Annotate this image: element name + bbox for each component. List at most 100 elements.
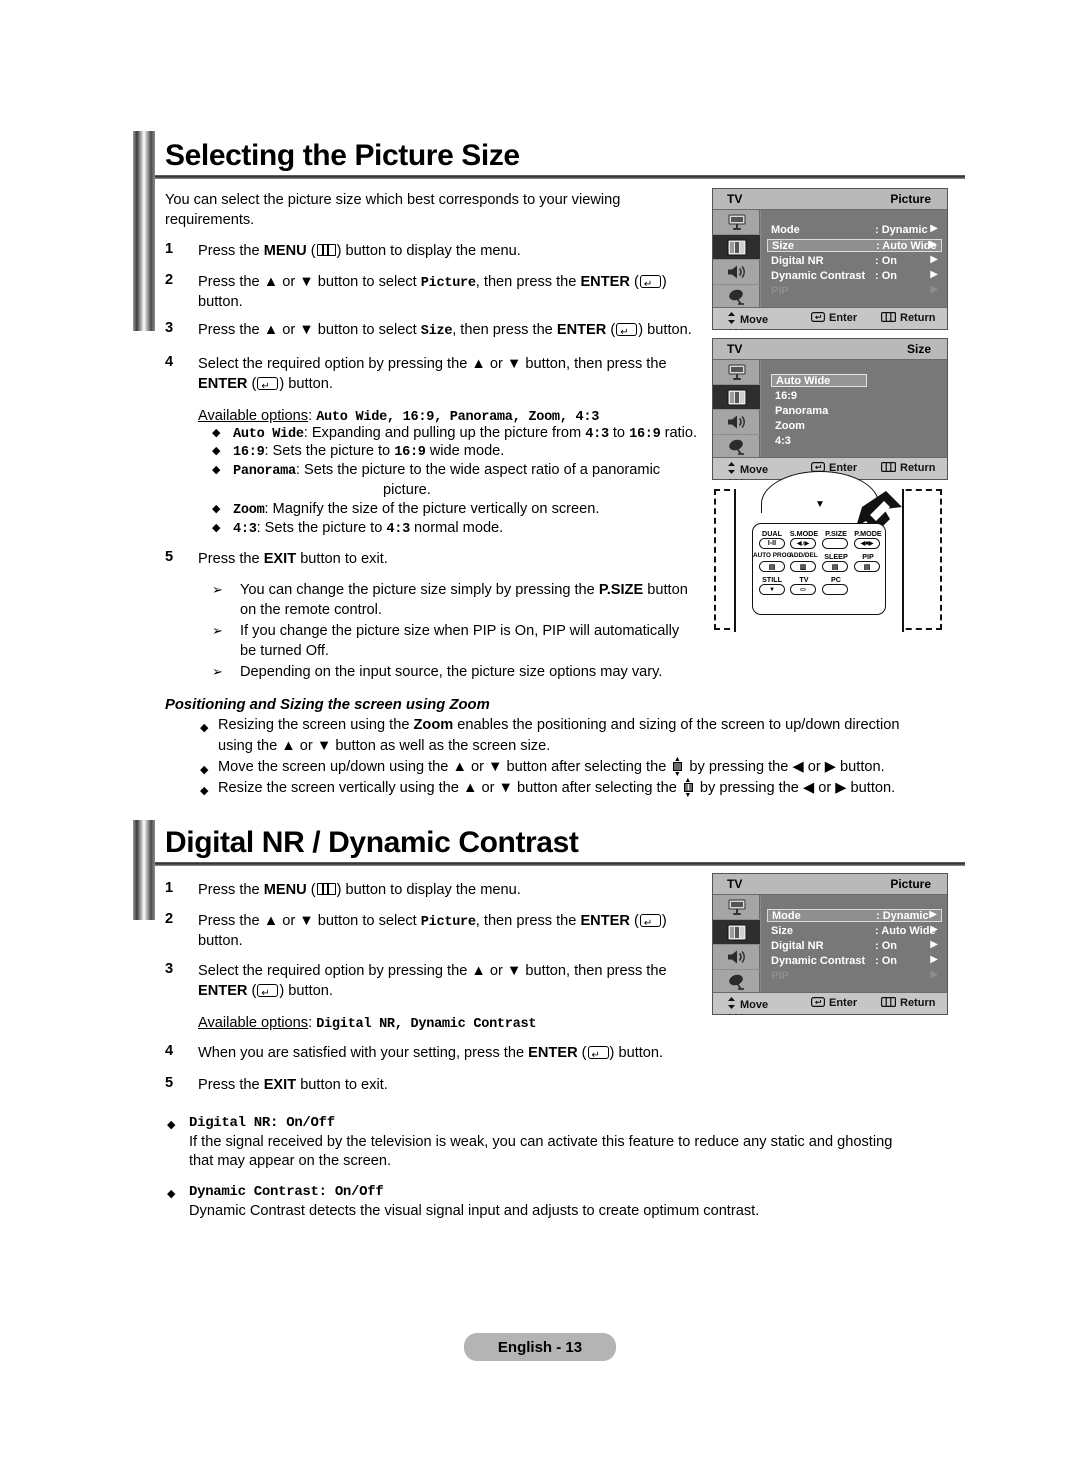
sidebar-icon-input[interactable] — [713, 360, 760, 385]
remote-button-psize[interactable] — [822, 538, 848, 549]
remote-button-pc[interactable] — [822, 584, 848, 595]
section1-intro-line1: You can select the picture size which be… — [165, 190, 705, 230]
osd3-move-hint: Move — [727, 997, 768, 1012]
osd1-row-mode[interactable]: Mode : Dynamic ▶ — [767, 223, 942, 237]
size-icon — [683, 777, 694, 799]
option-desc-b-1: wide mode. — [425, 443, 505, 459]
osd3-body: Mode : Dynamic ▶ Size : Auto Wide ▶ Digi… — [761, 895, 947, 992]
section1-step2-line2: button. — [198, 294, 243, 310]
osd2-menu-title: Size — [906, 342, 931, 356]
enter-button-label: ENTER — [580, 274, 630, 290]
remote-button-dual[interactable]: I-II — [759, 538, 785, 549]
step1-text-b: ) button to display the menu. — [336, 243, 521, 259]
remote-button-tv[interactable]: ▭ — [790, 584, 816, 595]
zoom-bullet-1-line2: using the ▲ or ▼ button as well as the s… — [218, 738, 551, 754]
osd3-row-dynamic-contrast[interactable]: Dynamic Contrast : On ▶ — [767, 954, 942, 968]
remote-label-pip: PIP — [862, 552, 874, 561]
remote-button-still[interactable]: ▼ — [759, 584, 785, 595]
osd2-option-auto-wide[interactable]: Auto Wide — [771, 374, 867, 387]
osd1-footer-bar: Move Enter Return — [713, 307, 947, 329]
remote-button-auto-prog[interactable]: ▤ — [759, 561, 785, 572]
intro-text: You can select the picture size which be… — [165, 192, 621, 228]
sidebar-icon-picture[interactable] — [713, 235, 760, 260]
section2-heading-rule — [155, 862, 965, 866]
remote-label-tv: TV — [799, 575, 809, 584]
note-2-line1: If you change the picture size when PIP … — [240, 623, 680, 639]
section2-step4-text: When you are satisfied with your setting… — [198, 1045, 664, 1061]
enter-icon: ↵ — [616, 323, 638, 337]
osd2-tv-label: TV — [727, 342, 743, 356]
menu-key-icon — [881, 312, 897, 325]
chevron-right-icon: ▶ — [930, 254, 938, 265]
enter-button-label-2: ENTER — [556, 322, 607, 338]
remote-label-add-del: ADD/DEL — [789, 552, 818, 559]
osd1-title-bar: TV Picture — [713, 189, 947, 210]
option-term-panorama: Panorama — [233, 464, 296, 479]
step2-text-a: Press the ▲ or ▼ button to select — [198, 274, 421, 290]
remote-button-smode[interactable]: ◀♪▶ — [790, 538, 816, 549]
osd2-option-43[interactable]: 4:3 — [771, 435, 791, 448]
remote-label-dual: DUAL — [762, 529, 782, 538]
section1-step3-number: 3 — [165, 320, 174, 336]
sidebar-icon-sound[interactable] — [713, 945, 760, 970]
menu-key-icon — [881, 997, 897, 1010]
remote-button-pip[interactable]: ▤ — [854, 561, 880, 572]
chevron-right-icon: ▶ — [929, 239, 937, 250]
section2-step3-number: 3 — [165, 961, 174, 977]
sidebar-icon-sound[interactable] — [713, 410, 760, 435]
osd3-row-digital-nr[interactable]: Digital NR : On ▶ — [767, 939, 942, 953]
picture-menu-name: Picture — [420, 276, 476, 291]
zoom-b1-text-a: Resizing the screen using the — [218, 717, 414, 733]
zoom-keyword: Zoom — [413, 717, 454, 733]
step5-text-a: Press the — [198, 551, 264, 567]
osd1-tv-label: TV — [727, 192, 743, 206]
note-1-line2: on the remote control. — [240, 602, 382, 618]
osd-picture-menu-1: TV Picture Mode : Dynamic ▶ Size: Auto … — [712, 188, 948, 330]
note-arrow-marker: ➢ — [212, 664, 223, 679]
section1-accent-bar — [133, 131, 155, 331]
osd2-sidebar — [713, 360, 760, 480]
zoom-b1-text-b: enables the positioning and sizing of th… — [453, 717, 900, 733]
osd1-row-digital-nr[interactable]: Digital NR : On ▶ — [767, 254, 942, 268]
option-desc-a-2: : Sets the picture to the wide aspect ra… — [295, 462, 661, 478]
remote-label-sleep: SLEEP — [824, 552, 848, 561]
osd3-row-mode[interactable]: Mode : Dynamic ▶ — [767, 909, 942, 922]
osd2-option-zoom[interactable]: Zoom — [771, 420, 805, 433]
osd3-return-hint: Return — [881, 997, 935, 1010]
osd1-row-size[interactable]: Size : Auto Wide ▶ — [767, 239, 942, 252]
section1-step5-number: 5 — [165, 549, 174, 565]
osd3-return-label: Return — [900, 997, 936, 1009]
sidebar-icon-picture[interactable] — [713, 385, 760, 410]
sidebar-icon-input[interactable] — [713, 895, 760, 920]
osd-size-menu: TV Size Auto Wide 16:9 Panorama Zoom 4:3… — [712, 338, 948, 480]
step4-text-b: ) button. — [279, 376, 333, 392]
osd1-row-dynamic-contrast[interactable]: Dynamic Contrast : On ▶ — [767, 269, 942, 283]
sidebar-icon-input[interactable] — [713, 210, 760, 235]
osd2-option-169[interactable]: 16:9 — [771, 390, 797, 403]
option-mono1-0: 4:3 — [585, 427, 609, 442]
feature-bullet-marker: ◆ — [167, 1188, 176, 1200]
osd1-move-label: Move — [740, 314, 769, 326]
remote-button-add-del[interactable]: ▥ — [790, 561, 816, 572]
option-term-zoom: Zoom — [233, 503, 265, 518]
sidebar-icon-picture[interactable] — [713, 920, 760, 945]
s2-step2-text-c: ) — [661, 913, 667, 929]
osd2-return-hint: Return — [881, 462, 935, 475]
option-bullet-43: 4:3: Sets the picture to 4:3 normal mode… — [233, 518, 503, 540]
enter-icon: ↵ — [639, 275, 661, 289]
osd1-body: Mode : Dynamic ▶ Size : Auto Wide ▶ Digi… — [761, 210, 947, 307]
s2-step4-text-a: When you are satisfied with your setting… — [198, 1045, 529, 1061]
enter-button-label-4: ENTER — [580, 913, 630, 929]
zoom-b3-text-b: by pressing the ◀ or ▶ button. — [695, 780, 896, 796]
osd2-move-label: Move — [740, 464, 769, 476]
remote-button-sleep[interactable]: ▤ — [822, 561, 848, 572]
note-arrow-marker: ➢ — [212, 582, 223, 597]
remote-button-pmode[interactable]: ◀■▶ — [854, 538, 880, 549]
osd1-enter-hint: Enter — [811, 312, 857, 325]
section2-step3-text: Select the required option by pressing t… — [198, 963, 667, 979]
sidebar-icon-sound[interactable] — [713, 260, 760, 285]
remote-label-auto-prog: AUTO PROG. — [753, 552, 794, 559]
section2-step2-text: Press the ▲ or ▼ button to select Pictur… — [198, 913, 667, 930]
osd3-row-size[interactable]: Size : Auto Wide ▶ — [767, 924, 942, 938]
osd2-option-panorama[interactable]: Panorama — [771, 405, 828, 418]
